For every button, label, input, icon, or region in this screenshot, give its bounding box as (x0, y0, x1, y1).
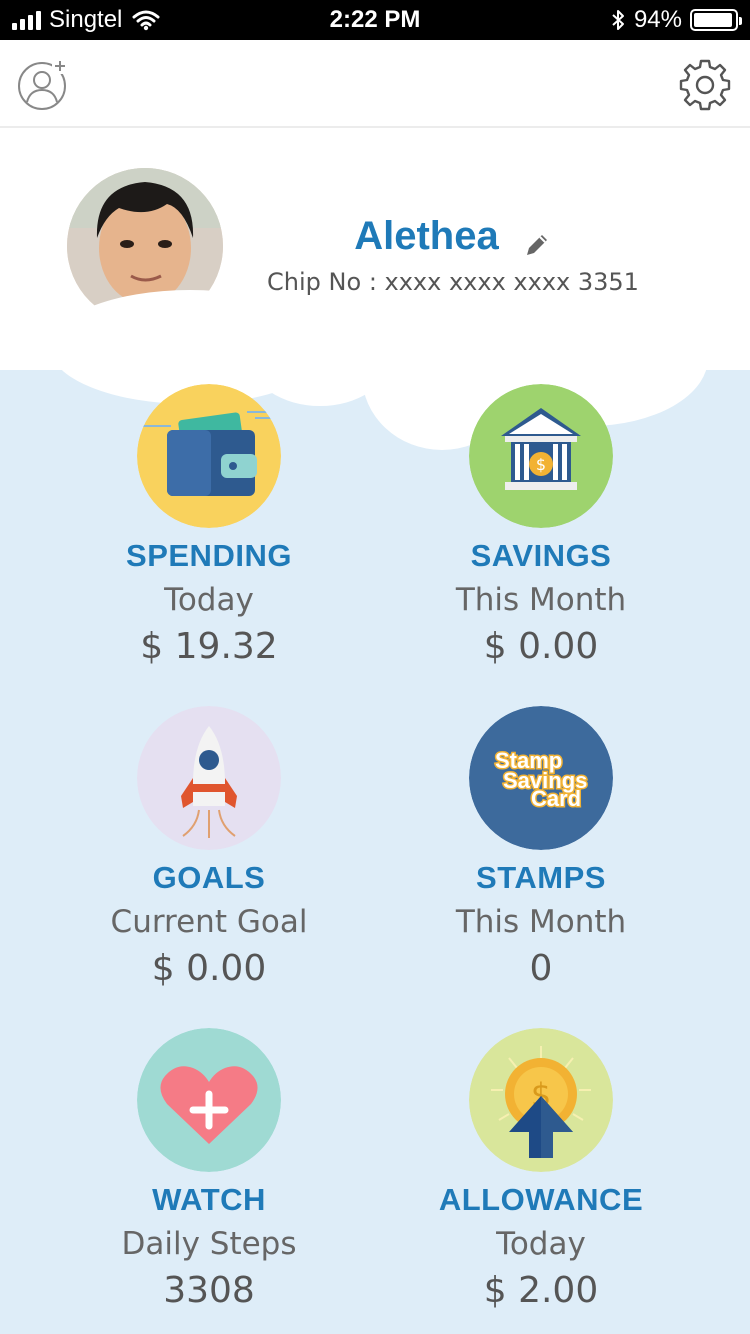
edit-name-button[interactable] (522, 230, 552, 260)
tile-value: 0 (529, 948, 553, 989)
add-user-icon (18, 58, 68, 110)
tile-title: STAMPS (476, 860, 606, 895)
tile-value: $ 2.00 (483, 1270, 599, 1311)
tile-subtitle: Daily Steps (121, 1226, 297, 1262)
tile-value: 3308 (163, 1270, 255, 1311)
allowance-icon-circle: $ (469, 1028, 613, 1172)
pencil-icon (526, 234, 547, 255)
add-user-button[interactable] (16, 58, 70, 112)
goals-icon-circle (137, 706, 281, 850)
tile-value: $ 0.00 (483, 626, 599, 667)
tile-spending[interactable]: SPENDING Today $ 19.32 (44, 384, 374, 667)
tile-subtitle: Current Goal (110, 904, 308, 940)
battery-fill (694, 13, 732, 27)
tile-subtitle: This Month (455, 582, 627, 618)
top-nav (0, 40, 750, 128)
tile-watch[interactable]: WATCH Daily Steps 3308 (44, 1028, 374, 1311)
stamp-card-text-3: Card (531, 786, 581, 811)
profile-name: Alethea (354, 214, 499, 258)
tile-allowance[interactable]: $ ALLOWANCE Today $ 2.00 (376, 1028, 706, 1311)
tile-subtitle: This Month (455, 904, 627, 940)
coin-arrow-icon: $ (469, 1028, 613, 1172)
tile-goals[interactable]: GOALS Current Goal $ 0.00 (44, 706, 374, 989)
tile-subtitle: Today (164, 582, 254, 618)
name-row: Alethea (280, 214, 626, 260)
tile-title: GOALS (152, 860, 266, 895)
bank-icon: $ (469, 384, 613, 528)
watch-icon-circle (137, 1028, 281, 1172)
settings-button[interactable] (678, 58, 732, 112)
rocket-icon (137, 706, 281, 850)
heart-plus-icon (137, 1028, 281, 1172)
tile-title: ALLOWANCE (438, 1182, 644, 1217)
tile-value: $ 19.32 (140, 626, 278, 667)
bluetooth-icon (612, 10, 624, 30)
tile-stamps[interactable]: Stamp Savings Card STAMPS This Month 0 (376, 706, 706, 989)
status-right: 94% (610, 6, 742, 34)
tile-savings[interactable]: $ SAVINGS This Month $ 0.00 (376, 384, 706, 667)
battery-icon (690, 9, 742, 31)
stamps-icon-circle: Stamp Savings Card (469, 706, 613, 850)
spending-icon-circle (137, 384, 281, 528)
tile-title: WATCH (152, 1182, 266, 1217)
stamp-card-icon: Stamp Savings Card (469, 706, 613, 850)
battery-percent: 94% (633, 6, 682, 33)
wallet-icon (137, 384, 281, 528)
gear-icon (679, 59, 731, 111)
tile-title: SAVINGS (470, 538, 612, 573)
tile-subtitle: Today (496, 1226, 586, 1262)
status-bar: Singtel 2:22 PM 94% (0, 0, 750, 40)
savings-icon-circle: $ (469, 384, 613, 528)
tile-title: SPENDING (126, 538, 292, 573)
tile-value: $ 0.00 (151, 948, 267, 989)
svg-text:$: $ (536, 455, 546, 474)
